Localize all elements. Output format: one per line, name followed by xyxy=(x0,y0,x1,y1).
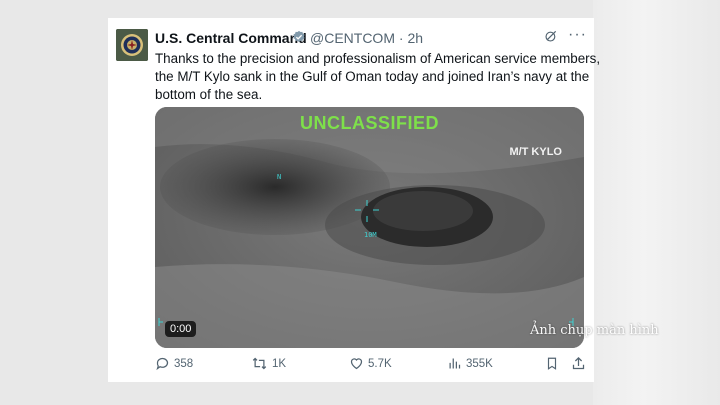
north-marker: N xyxy=(277,173,282,181)
verified-badge-icon xyxy=(293,30,305,42)
repost-icon xyxy=(252,357,267,370)
vessel-label: M/T KYLO xyxy=(509,146,562,158)
post-time[interactable]: 2h xyxy=(407,30,423,46)
reply-count: 358 xyxy=(174,357,194,370)
range-label: 10M xyxy=(364,231,377,239)
reply-button[interactable]: 358 xyxy=(155,356,193,371)
share-icon xyxy=(572,356,585,370)
thermal-video-frame xyxy=(155,107,584,348)
video-timestamp: 0:00 xyxy=(165,321,197,337)
author-name[interactable]: U.S. Central Command xyxy=(155,30,307,46)
video-player[interactable]: UNCLASSIFIED M/T KYLO N 10M 0:00 xyxy=(155,107,584,348)
action-bar: 358 1K 5.7K 355K xyxy=(155,356,587,376)
reply-icon xyxy=(156,357,169,371)
background-panel xyxy=(593,0,720,405)
heart-icon xyxy=(350,358,363,370)
author-handle-time[interactable]: @CENTCOM · 2h xyxy=(310,30,423,46)
avatar[interactable] xyxy=(116,29,148,61)
tweet-line: Thanks to the precision and professional… xyxy=(155,51,601,66)
more-options-icon[interactable]: ··· xyxy=(568,26,587,44)
repost-button[interactable]: 1K xyxy=(251,356,286,371)
repost-count: 1K xyxy=(272,357,287,370)
tweet-text: Thanks to the precision and professional… xyxy=(155,50,601,104)
share-button[interactable] xyxy=(571,356,590,371)
screenshot-watermark: Ảnh chụp màn hình xyxy=(530,323,659,338)
views-button[interactable]: 355K xyxy=(447,356,493,371)
analytics-icon xyxy=(449,358,461,369)
tweet-card[interactable]: U.S. Central Command @CENTCOM · 2h ··· T… xyxy=(108,18,601,382)
author-handle[interactable]: @CENTCOM xyxy=(310,30,395,46)
classification-banner: UNCLASSIFIED xyxy=(299,113,439,133)
grok-icon[interactable] xyxy=(544,29,558,43)
like-button[interactable]: 5.7K xyxy=(349,356,392,371)
like-count: 5.7K xyxy=(368,357,392,370)
tweet-line: the M/T Kylo sank in the Gulf of Oman to… xyxy=(155,69,590,84)
centcom-seal-icon xyxy=(116,29,148,61)
view-count: 355K xyxy=(466,357,493,370)
bookmark-button[interactable] xyxy=(545,356,563,371)
bookmark-icon xyxy=(547,357,557,370)
tweet-line: bottom of the sea. xyxy=(155,87,263,102)
